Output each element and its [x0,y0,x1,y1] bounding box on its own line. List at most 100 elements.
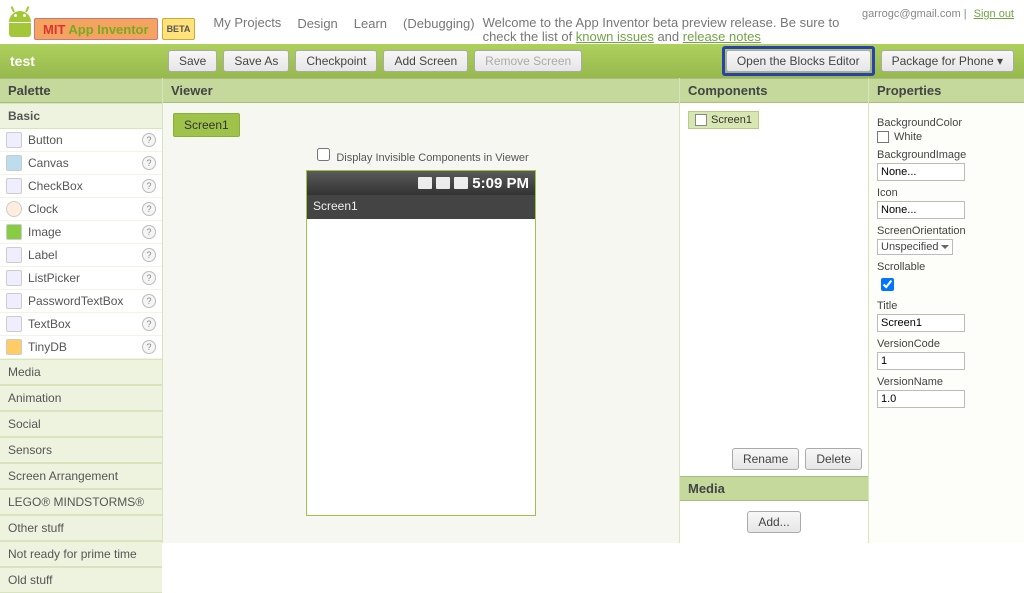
prop-icon-value[interactable] [877,201,965,219]
tool-row: test Save Save As Checkpoint Add Screen … [0,44,1024,78]
help-icon[interactable]: ? [142,340,156,354]
help-icon[interactable]: ? [142,317,156,331]
image-icon [6,224,22,240]
help-icon[interactable]: ? [142,225,156,239]
password-icon [6,293,22,309]
checkpoint-button[interactable]: Checkpoint [295,50,377,72]
palette-cat-social[interactable]: Social [0,411,162,437]
prop-scrollable-label: Scrollable [877,261,1016,273]
network-icon [418,177,432,189]
logo-text: MITApp Inventor [34,18,158,40]
user-email: garrogc@gmail.com [862,8,961,20]
canvas-icon [6,155,22,171]
save-button[interactable]: Save [168,50,217,72]
components-panel: Components Screen1 Rename Delete Media A… [679,78,869,543]
palette-item-checkbox[interactable]: CheckBox? [0,175,162,198]
open-blocks-highlight: Open the Blocks Editor [722,46,875,76]
prop-versioncode-label: VersionCode [877,338,1016,350]
components-header: Components [680,78,868,103]
checkbox-icon [6,178,22,194]
prop-title-label: Title [877,300,1016,312]
phone-preview: 5:09 PM Screen1 [306,170,536,516]
palette-item-passwordtextbox[interactable]: PasswordTextBox? [0,290,162,313]
delete-button[interactable]: Delete [805,448,862,470]
help-icon[interactable]: ? [142,294,156,308]
prop-icon-label: Icon [877,187,1016,199]
prop-bgcolor-label: BackgroundColor [877,117,1016,129]
save-as-button[interactable]: Save As [223,50,289,72]
palette-item-tinydb[interactable]: TinyDB? [0,336,162,359]
phone-canvas[interactable] [307,219,535,515]
help-icon[interactable]: ? [142,156,156,170]
add-media-button[interactable]: Add... [747,511,800,533]
palette-cat-screen-arrangement[interactable]: Screen Arrangement [0,463,162,489]
status-time: 5:09 PM [472,175,529,192]
release-notes-link[interactable]: release notes [683,29,761,44]
rename-button[interactable]: Rename [732,448,799,470]
prop-bgimage-label: BackgroundImage [877,149,1016,161]
help-icon[interactable]: ? [142,202,156,216]
palette-cat-not-ready[interactable]: Not ready for prime time [0,541,162,567]
palette-cat-animation[interactable]: Animation [0,385,162,411]
palette-cat-old[interactable]: Old stuff [0,567,162,593]
media-header: Media [680,476,868,501]
listpicker-icon [6,270,22,286]
help-icon[interactable]: ? [142,179,156,193]
properties-panel: Properties BackgroundColor White Backgro… [869,78,1024,543]
battery-icon [454,177,468,189]
app-title-bar: Screen1 [307,195,535,219]
top-bar: MITApp Inventor BETA My Projects Design … [0,0,1024,44]
open-blocks-editor-button[interactable]: Open the Blocks Editor [726,50,871,72]
help-icon[interactable]: ? [142,271,156,285]
nav-my-projects[interactable]: My Projects [213,16,281,30]
sign-out-link[interactable]: Sign out [974,8,1014,20]
label-icon [6,247,22,263]
add-screen-button[interactable]: Add Screen [383,50,468,72]
palette-item-listpicker[interactable]: ListPicker? [0,267,162,290]
palette-cat-media[interactable]: Media [0,359,162,385]
palette-cat-lego[interactable]: LEGO® MINDSTORMS® [0,489,162,515]
package-for-phone-button[interactable]: Package for Phone ▾ [881,50,1014,72]
nav-learn[interactable]: Learn [354,16,387,31]
show-invisible-checkbox[interactable] [317,148,330,161]
clock-icon [6,201,22,217]
palette-item-clock[interactable]: Clock? [0,198,162,221]
project-name: test [10,53,35,69]
signal-icon [436,177,450,189]
prop-bgcolor-value[interactable]: White [877,131,1016,143]
palette-item-label[interactable]: Label? [0,244,162,267]
status-bar: 5:09 PM [307,171,535,195]
palette-item-canvas[interactable]: Canvas? [0,152,162,175]
tinydb-icon [6,339,22,355]
android-icon [6,5,34,39]
top-nav: My Projects Design Learn (Debugging) [213,4,474,31]
prop-versioncode-input[interactable] [877,352,965,370]
screen-tab[interactable]: Screen1 [173,113,240,137]
remove-screen-button: Remove Screen [474,50,582,72]
palette-item-image[interactable]: Image? [0,221,162,244]
show-invisible-row[interactable]: Display Invisible Components in Viewer [313,145,528,164]
help-icon[interactable]: ? [142,248,156,262]
prop-orientation-select[interactable]: Unspecified [877,239,953,255]
palette-cat-other[interactable]: Other stuff [0,515,162,541]
textbox-icon [6,316,22,332]
prop-title-input[interactable] [877,314,965,332]
prop-bgimage-value[interactable] [877,163,965,181]
palette-item-textbox[interactable]: TextBox? [0,313,162,336]
palette-item-button[interactable]: Button? [0,129,162,152]
palette-cat-basic[interactable]: Basic [0,103,162,129]
palette-cat-sensors[interactable]: Sensors [0,437,162,463]
prop-versionname-input[interactable] [877,390,965,408]
nav-design[interactable]: Design [297,16,337,31]
help-icon[interactable]: ? [142,133,156,147]
show-invisible-label: Display Invisible Components in Viewer [336,152,528,164]
palette-basic-items: Button? Canvas? CheckBox? Clock? Image? … [0,129,162,359]
prop-versionname-label: VersionName [877,376,1016,388]
properties-header: Properties [869,78,1024,103]
tree-item-screen1[interactable]: Screen1 [688,111,759,129]
nav-debugging[interactable]: (Debugging) [403,16,475,31]
known-issues-link[interactable]: known issues [576,29,654,44]
prop-scrollable-checkbox[interactable] [881,278,894,291]
user-area: garrogc@gmail.com | Sign out [862,4,1014,20]
main-area: Palette Basic Button? Canvas? CheckBox? … [0,78,1024,543]
